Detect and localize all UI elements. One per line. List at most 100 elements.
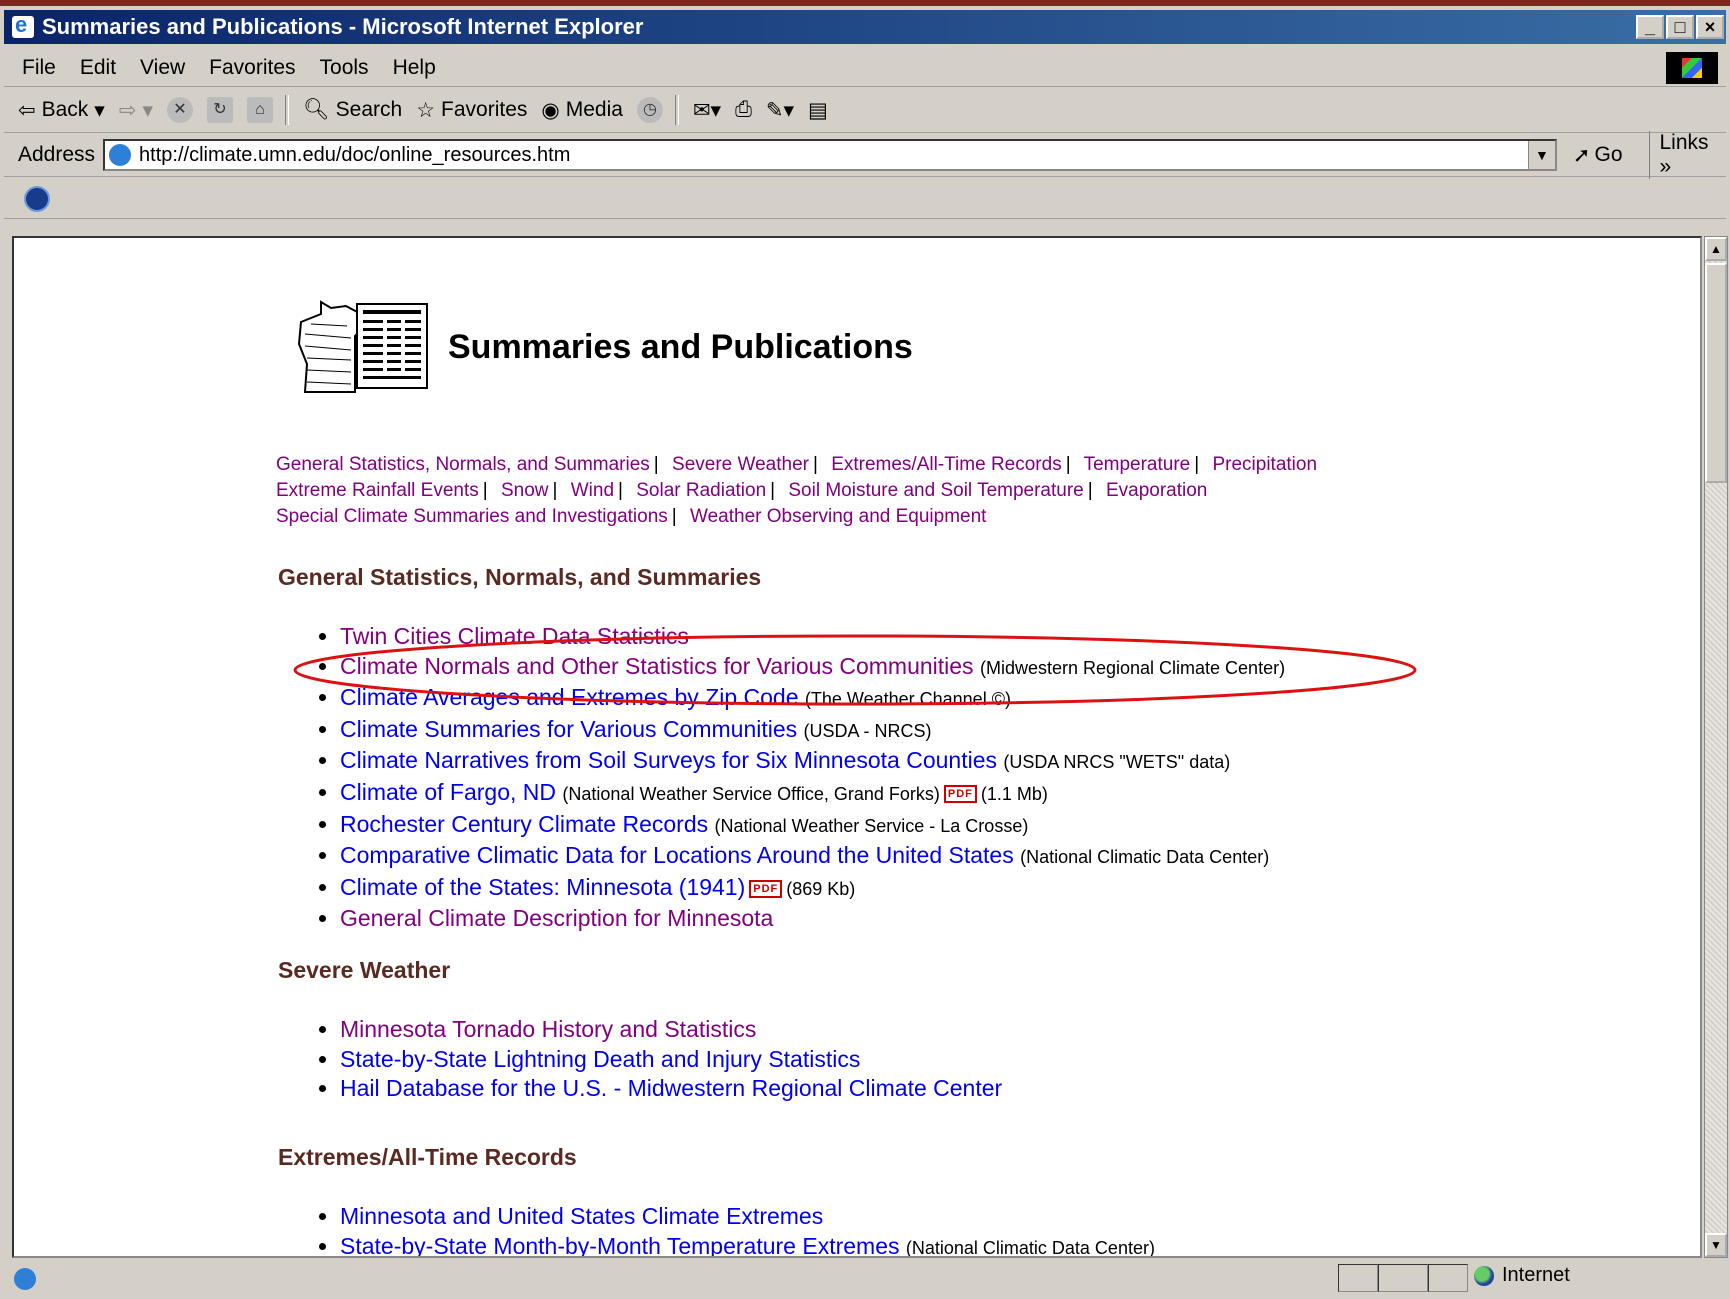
nav-link-evaporation[interactable]: Evaporation xyxy=(1106,480,1207,501)
window-title: Summaries and Publications - Microsoft I… xyxy=(42,14,644,39)
search-label: Search xyxy=(335,98,403,121)
nav-link-temperature[interactable]: Temperature xyxy=(1084,454,1191,475)
link-mn-us-extremes[interactable]: Minnesota and United States Climate Extr… xyxy=(340,1203,823,1229)
menu-view[interactable]: View xyxy=(140,56,185,80)
stop-icon[interactable]: ✕ xyxy=(167,97,193,123)
back-button[interactable]: ⇦ Back ▾ xyxy=(18,98,105,123)
history-icon[interactable]: ◷ xyxy=(636,97,663,123)
go-label: Go xyxy=(1594,143,1623,166)
link-temperature-extremes[interactable]: State-by-State Month-by-Month Temperatur… xyxy=(340,1233,899,1256)
link-lightning-stats[interactable]: State-by-State Lightning Death and Injur… xyxy=(340,1046,860,1072)
search-button[interactable]: 🔍︎ Search xyxy=(303,98,402,122)
maximize-button[interactable]: □ xyxy=(1666,15,1694,39)
title-bar[interactable]: Summaries and Publications - Microsoft I… xyxy=(4,10,1726,44)
address-url: http://climate.umn.edu/doc/online_resour… xyxy=(139,143,571,166)
page-content: Summaries and Publications General Stati… xyxy=(12,236,1702,1258)
address-label: Address xyxy=(18,143,96,166)
list-item: Climate Normals and Other Statistics for… xyxy=(340,652,1285,684)
vertical-scrollbar[interactable]: ▲ ▼ xyxy=(1704,236,1728,1258)
media-label: Media xyxy=(565,98,623,121)
scroll-thumb[interactable] xyxy=(1705,263,1727,483)
edit-icon[interactable]: ✎▾ xyxy=(766,98,794,123)
link-climate-summaries[interactable]: Climate Summaries for Various Communitie… xyxy=(340,716,797,742)
forward-button[interactable]: ⇨ ▾ xyxy=(119,98,153,123)
links-label: Links xyxy=(1659,131,1709,154)
scroll-up-icon[interactable]: ▲ xyxy=(1705,237,1727,261)
menu-edit[interactable]: Edit xyxy=(80,56,116,80)
nav-link-solar-radiation[interactable]: Solar Radiation xyxy=(636,480,766,501)
link-general-description[interactable]: General Climate Description for Minnesot… xyxy=(340,905,773,931)
chevron-down-icon[interactable]: ▾ xyxy=(94,98,105,123)
source-text: (National Climatic Data Center) xyxy=(1020,847,1270,868)
nav-link-precipitation[interactable]: Precipitation xyxy=(1212,454,1317,475)
link-tornado-history[interactable]: Minnesota Tornado History and Statistics xyxy=(340,1016,756,1042)
section-heading-general: General Statistics, Normals, and Summari… xyxy=(278,564,762,590)
discuss-icon[interactable]: ▤ xyxy=(808,98,828,123)
menu-tools[interactable]: Tools xyxy=(320,56,369,80)
media-button[interactable]: ◉ Media xyxy=(541,98,623,123)
file-size: (1.1 Mb) xyxy=(980,783,1048,804)
list-item: Climate Averages and Extremes by Zip Cod… xyxy=(340,683,1285,715)
link-rochester[interactable]: Rochester Century Climate Records xyxy=(340,811,708,837)
go-arrow-icon: ➚ xyxy=(1572,143,1591,167)
nav-link-extremes[interactable]: Extremes/All-Time Records xyxy=(831,454,1062,475)
nav-row: Special Climate Summaries and Investigat… xyxy=(276,506,987,527)
link-climate-of-states[interactable]: Climate of the States: Minnesota (1941) xyxy=(340,874,745,900)
menu-file[interactable]: File xyxy=(22,56,56,80)
print-icon[interactable]: ⎙ xyxy=(735,98,752,122)
list-item: Hail Database for the U.S. - Midwestern … xyxy=(340,1074,1002,1104)
go-button[interactable]: ➚ Go xyxy=(1573,143,1623,168)
list-item: Climate Narratives from Soil Surveys for… xyxy=(340,746,1285,778)
link-comparative-data[interactable]: Comparative Climatic Data for Locations … xyxy=(340,842,1014,868)
link-climate-normals[interactable]: Climate Normals and Other Statistics for… xyxy=(340,653,974,679)
list-item: General Climate Description for Minnesot… xyxy=(340,904,1285,934)
privacy-icon[interactable] xyxy=(1378,1264,1428,1292)
link-climate-fargo[interactable]: Climate of Fargo, ND xyxy=(340,779,556,805)
close-button[interactable]: × xyxy=(1696,15,1724,39)
nav-link-wind[interactable]: Wind xyxy=(571,480,614,501)
list-item: Climate of Fargo, ND (National Weather S… xyxy=(340,778,1285,810)
scroll-down-icon[interactable]: ▼ xyxy=(1705,1233,1727,1257)
refresh-icon[interactable]: ↻ xyxy=(207,97,233,123)
nav-link-extreme-rainfall[interactable]: Extreme Rainfall Events xyxy=(276,480,479,501)
nav-link-special-summaries[interactable]: Special Climate Summaries and Investigat… xyxy=(276,506,668,527)
nav-link-general[interactable]: General Statistics, Normals, and Summari… xyxy=(276,454,650,475)
nav-link-snow[interactable]: Snow xyxy=(501,480,549,501)
status-bar: Internet xyxy=(4,1262,1726,1296)
page-icon xyxy=(109,144,132,166)
section-heading-severe: Severe Weather xyxy=(278,957,451,983)
chevron-down-icon[interactable]: ▾ xyxy=(142,98,153,123)
back-label: Back xyxy=(41,98,89,121)
pdf-icon: PDF xyxy=(749,879,783,898)
link-hail-database[interactable]: Hail Database for the U.S. - Midwestern … xyxy=(340,1075,1002,1101)
mail-icon[interactable]: ✉▾ xyxy=(693,98,721,123)
favorites-label: Favorites xyxy=(441,98,528,121)
address-dropdown-icon[interactable]: ▼ xyxy=(1527,141,1555,169)
toolbar-circle-icon[interactable] xyxy=(24,186,50,212)
menu-help[interactable]: Help xyxy=(393,56,436,80)
minimize-button[interactable]: _ xyxy=(1636,15,1664,39)
search-icon: 🔍︎ xyxy=(303,98,330,121)
status-cell xyxy=(1428,1264,1468,1292)
link-twin-cities[interactable]: Twin Cities Climate Data Statistics xyxy=(340,623,689,649)
favorites-icon: ☆ xyxy=(416,98,436,122)
link-zip-code[interactable]: Climate Averages and Extremes by Zip Cod… xyxy=(340,684,799,710)
pdf-icon: PDF xyxy=(943,784,977,803)
section-heading-extremes: Extremes/All-Time Records xyxy=(278,1144,577,1170)
list-item: Rochester Century Climate Records (Natio… xyxy=(340,810,1285,842)
browser-window: Summaries and Publications - Microsoft I… xyxy=(0,6,1730,1299)
globe-icon xyxy=(1474,1265,1494,1286)
link-climate-narratives[interactable]: Climate Narratives from Soil Surveys for… xyxy=(340,747,997,773)
address-input[interactable]: http://climate.umn.edu/doc/online_resour… xyxy=(103,139,1557,171)
nav-link-observing-equipment[interactable]: Weather Observing and Equipment xyxy=(690,506,986,527)
home-icon[interactable]: ⌂ xyxy=(247,97,273,123)
links-button[interactable]: Links » xyxy=(1648,131,1727,179)
nav-link-soil-moisture[interactable]: Soil Moisture and Soil Temperature xyxy=(788,480,1083,501)
page-status-icon xyxy=(14,1268,36,1290)
favorites-button[interactable]: ☆ Favorites xyxy=(416,98,527,123)
address-bar: Address http://climate.umn.edu/doc/onlin… xyxy=(4,131,1727,179)
nav-link-severe-weather[interactable]: Severe Weather xyxy=(672,454,809,475)
ie-icon xyxy=(12,12,34,38)
severe-links-list: Minnesota Tornado History and Statistics… xyxy=(294,1015,1002,1104)
menu-favorites[interactable]: Favorites xyxy=(209,56,295,80)
